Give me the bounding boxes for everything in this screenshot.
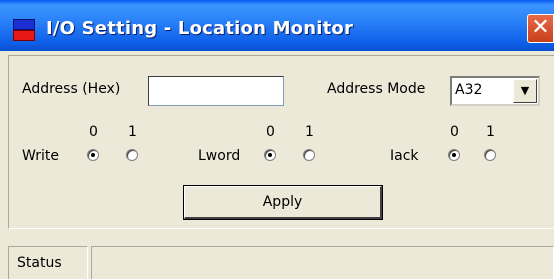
address-mode-select[interactable]: A32 ▼ — [450, 76, 540, 106]
status-bar: Status — [0, 234, 554, 279]
close-button[interactable]: ✕ — [527, 14, 554, 43]
close-icon: ✕ — [531, 15, 550, 40]
lword-option-1-label: 1 — [305, 124, 314, 140]
apply-button[interactable]: Apply — [183, 185, 383, 220]
app-icon — [13, 19, 35, 41]
iack-radio-0[interactable] — [448, 149, 460, 161]
lword-radio-0[interactable] — [264, 149, 276, 161]
lword-option-0-label: 0 — [266, 124, 275, 140]
status-label-cell: Status — [8, 246, 88, 279]
iack-radio-1[interactable] — [484, 149, 496, 161]
lword-radio-1[interactable] — [303, 149, 315, 161]
window-title: I/O Setting - Location Monitor — [46, 18, 354, 39]
address-mode-label: Address Mode — [327, 81, 426, 97]
title-bar[interactable]: I/O Setting - Location Monitor ✕ — [0, 0, 554, 51]
write-radio-1[interactable] — [126, 149, 138, 161]
lword-label: Lword — [198, 148, 241, 164]
iack-option-1-label: 1 — [486, 124, 495, 140]
status-label: Status — [17, 255, 62, 271]
chevron-down-icon[interactable]: ▼ — [513, 79, 537, 103]
iack-option-0-label: 0 — [450, 124, 459, 140]
write-radio-0[interactable] — [87, 149, 99, 161]
write-label: Write — [22, 148, 59, 164]
iack-label: Iack — [390, 148, 419, 164]
address-mode-value: A32 — [455, 82, 483, 98]
write-option-0-label: 0 — [89, 124, 98, 140]
address-label: Address (Hex) — [22, 81, 121, 97]
address-input[interactable] — [148, 76, 284, 106]
status-message-cell — [91, 246, 554, 279]
write-option-1-label: 1 — [128, 124, 137, 140]
